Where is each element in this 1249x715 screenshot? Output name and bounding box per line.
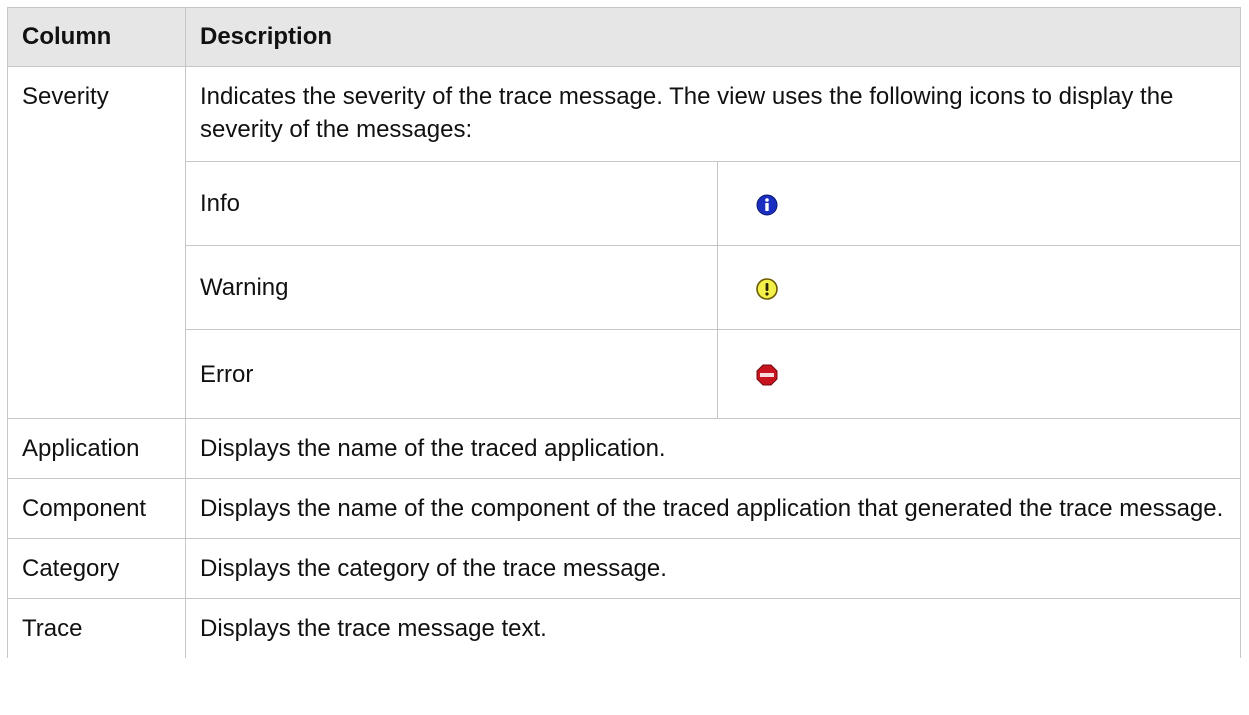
warning-icon: [756, 277, 778, 300]
severity-row-info: Info: [186, 162, 1240, 246]
row-description: Displays the category of the trace messa…: [185, 538, 1241, 599]
table-row: Category Displays the category of the tr…: [7, 538, 1241, 599]
stop-icon: [756, 364, 778, 386]
row-description: Displays the trace message text.: [185, 598, 1241, 658]
info-icon: [756, 194, 778, 216]
columns-table: Column Description Severity Indicates th…: [7, 7, 1241, 658]
table-row: Component Displays the name of the compo…: [7, 478, 1241, 539]
row-name: Trace: [7, 598, 186, 658]
severity-description-cell: Indicates the severity of the trace mess…: [185, 66, 1241, 419]
severity-label: Warning: [186, 245, 718, 330]
severity-row-warning: Warning: [186, 245, 1240, 330]
row-name: Component: [7, 478, 186, 539]
severity-label: Info: [200, 190, 241, 217]
severity-row-error: Error: [186, 329, 1240, 418]
table-header-row: Column Description: [7, 7, 1241, 67]
header-description: Description: [185, 7, 1241, 67]
row-name: Category: [7, 538, 186, 599]
table-row-severity: Severity Indicates the severity of the t…: [7, 66, 1241, 419]
row-description: Displays the name of the component of th…: [185, 478, 1241, 539]
row-description: Indicates the severity of the trace mess…: [186, 67, 1240, 162]
severity-icons-table: Info Warning Error: [186, 162, 1240, 418]
header-column: Column: [7, 7, 186, 67]
row-description: Displays the name of the traced applicat…: [185, 418, 1241, 479]
row-name: Severity: [7, 66, 186, 419]
table-row: Application Displays the name of the tra…: [7, 418, 1241, 479]
table-row: Trace Displays the trace message text.: [7, 598, 1241, 658]
row-name: Application: [7, 418, 186, 479]
severity-label: Error: [186, 329, 718, 418]
